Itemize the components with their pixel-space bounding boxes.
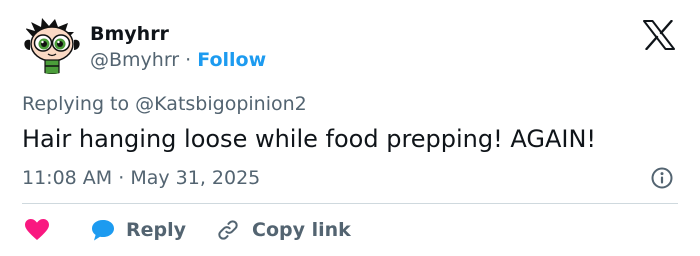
author-handle[interactable]: @Bmyhrr: [90, 49, 179, 71]
tweet-time: 11:08 AM: [22, 167, 113, 189]
action-bar: Reply Copy link: [22, 216, 351, 244]
avatar[interactable]: [22, 14, 82, 74]
reply-label: Reply: [126, 219, 187, 241]
x-logo-icon[interactable]: [643, 19, 675, 51]
reply-bubble-icon: [90, 218, 116, 242]
tweet-text: Hair hanging loose while food prepping! …: [22, 125, 597, 153]
link-icon: [216, 218, 240, 242]
tweet-date: May 31, 2025: [130, 167, 261, 189]
info-icon[interactable]: [650, 166, 674, 190]
replying-prefix: Replying to: [22, 93, 130, 115]
follow-button[interactable]: Follow: [197, 49, 266, 71]
reply-button[interactable]: Reply: [90, 218, 186, 242]
divider: [22, 203, 678, 204]
copy-link-button[interactable]: Copy link: [186, 218, 351, 242]
handle-row: @Bmyhrr · Follow: [90, 48, 266, 72]
tweet-timestamp[interactable]: 11:08 AM · May 31, 2025: [22, 166, 260, 190]
avatar-image: [22, 14, 82, 74]
heart-icon[interactable]: [24, 218, 50, 242]
reply-mention-link[interactable]: @Katsbigopinion2: [135, 93, 307, 115]
handle-separator: ·: [185, 49, 192, 71]
author-name[interactable]: Bmyhrr: [90, 22, 169, 46]
replying-to: Replying to @Katsbigopinion2: [22, 92, 307, 116]
tweet-card: Bmyhrr @Bmyhrr · Follow Replying to @Kat…: [0, 0, 700, 256]
timestamp-separator: ·: [118, 167, 125, 189]
copy-link-label: Copy link: [252, 219, 351, 241]
